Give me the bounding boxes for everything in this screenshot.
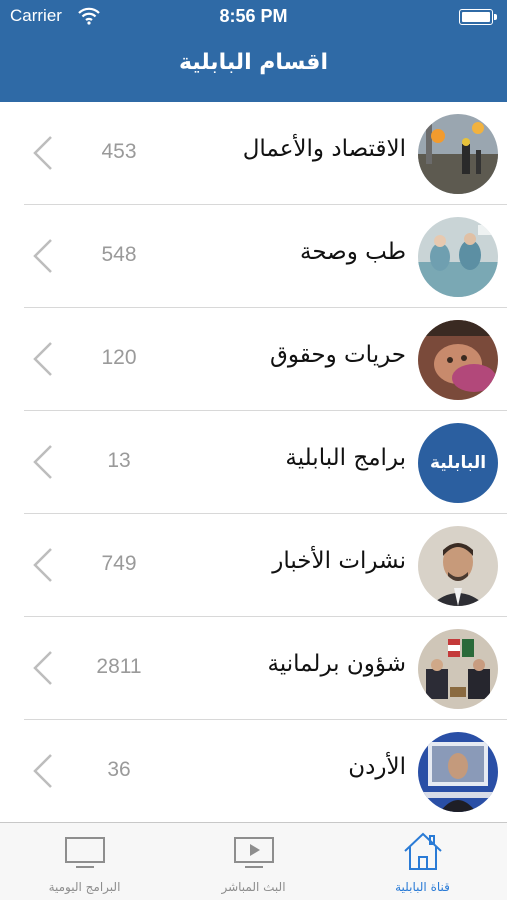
item-count: 36 [107,758,131,781]
category-label: الأردن [348,754,406,780]
chevron-left-icon [33,239,52,273]
tab-bar: البرامج اليومية البث المباشر قناة البابل… [0,822,507,900]
chevron-left-icon [33,548,52,582]
play-screen-icon [234,837,274,868]
tab-live-stream[interactable]: البث المباشر [169,823,338,901]
chevron-left-icon [33,136,52,170]
category-row-health[interactable]: 548 طب وصحة [24,205,507,308]
tab-label: البث المباشر [221,880,286,894]
item-count: 749 [101,552,137,575]
tv-icon [65,837,105,868]
category-row-economy[interactable]: 453 الاقتصاد والأعمال [24,102,507,205]
chevron-left-icon [33,342,52,376]
battery-icon [459,9,497,25]
item-count: 548 [101,243,137,266]
category-row-parliament[interactable]: 2811 شؤون برلمانية [24,617,507,720]
category-label: حريات وحقوق [270,342,406,368]
category-label: برامج البابلية [285,445,406,471]
clock: 8:56 PM [219,6,288,26]
category-label: نشرات الأخبار [272,548,406,574]
category-list: 453 الاقتصاد والأعمال 548 طب وصحة 120 حر… [0,102,507,822]
item-count: 2811 [96,655,142,678]
albabiliya-logo: البابلية [418,423,498,503]
category-row-freedoms[interactable]: 120 حريات وحقوق [24,308,507,411]
category-thumbnail [418,114,498,194]
item-count: 120 [101,346,137,369]
item-count: 453 [101,140,137,163]
tab-label: البرامج اليومية [48,880,121,894]
item-count: 13 [107,449,131,472]
category-row-jordan[interactable]: 36 الأردن [24,720,507,822]
home-icon [404,832,442,870]
chevron-left-icon [33,445,52,479]
tab-albabiliya-channel[interactable]: قناة البابلية [338,823,507,901]
category-row-programs[interactable]: 13 برامج البابلية البابلية [24,411,507,514]
tab-daily-programs[interactable]: البرامج اليومية [0,823,169,901]
category-label: الاقتصاد والأعمال [242,136,406,162]
logo-text: البابلية [429,453,487,473]
category-thumbnail [418,320,498,400]
tab-label: قناة البابلية [395,880,450,894]
category-thumbnail [418,629,498,709]
status-bar: Carrier 8:56 PM [0,0,507,34]
category-label: طب وصحة [299,239,406,265]
category-thumbnail [418,217,498,297]
category-thumbnail [418,732,498,812]
category-thumbnail [418,526,498,606]
chevron-left-icon [33,651,52,685]
chevron-left-icon [33,754,52,788]
nav-header: Carrier 8:56 PM اقسام البابلية [0,0,507,102]
category-label: شؤون برلمانية [267,651,406,677]
category-row-news[interactable]: 749 نشرات الأخبار [24,514,507,617]
page-title: اقسام البابلية [179,50,328,75]
